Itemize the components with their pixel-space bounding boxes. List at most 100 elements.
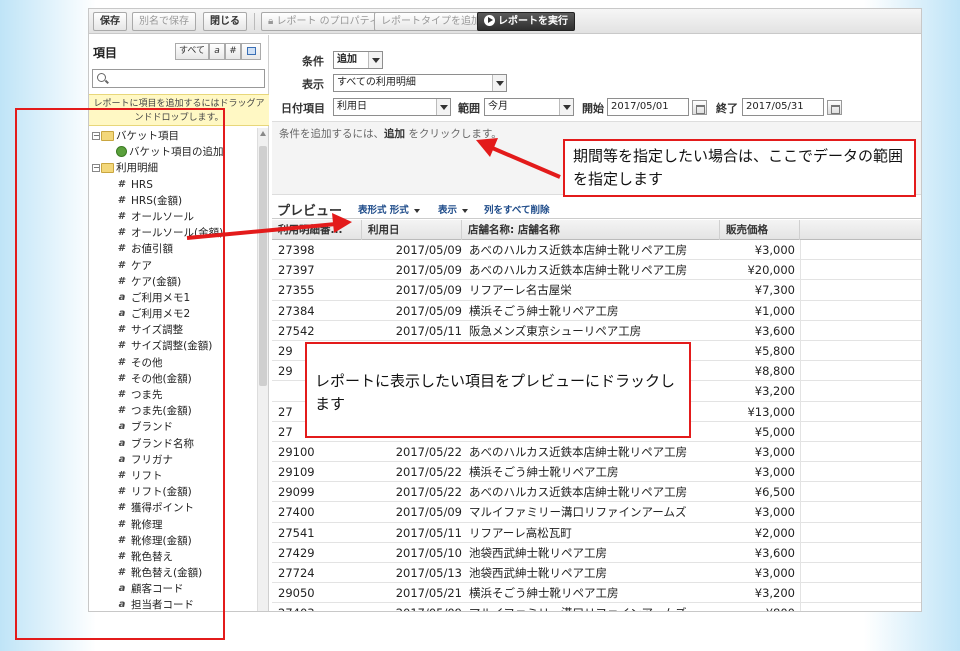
cell-price: ¥800 <box>719 603 795 611</box>
chevron-down-icon <box>436 99 450 115</box>
date-field-label: 日付項目 <box>281 102 325 115</box>
cell-price: ¥3,000 <box>754 465 795 480</box>
close-button[interactable]: 閉じる <box>203 12 247 31</box>
field-list-highlight-frame <box>15 108 225 640</box>
cell-price: ¥3,000 <box>754 444 795 459</box>
save-as-button[interactable]: 別名で保存 <box>132 12 196 31</box>
calendar-icon <box>246 47 256 55</box>
column-divider <box>800 340 801 361</box>
cell-id: 27541 <box>278 525 315 540</box>
column-header-id[interactable]: 利用明細番... <box>272 220 362 240</box>
filter-all-button[interactable]: すべて <box>175 43 209 60</box>
table-row: 27429 2017/05/10 池袋西武紳士靴リペア工房 ¥3,600 <box>272 542 921 563</box>
cell-id: 27403 <box>278 603 368 611</box>
table-row: 27398 2017/05/09 あべのハルカス近鉄本店紳士靴リペア工房 ¥3,000 <box>272 240 921 261</box>
cell-date: 2017/05/09 <box>395 505 462 520</box>
add-report-type-button[interactable]: レポートタイプを追加 <box>374 12 488 31</box>
cell-id: 27400 <box>278 505 315 520</box>
column-divider <box>800 542 801 563</box>
chevron-down-icon <box>462 208 469 213</box>
column-divider <box>800 482 801 503</box>
end-date-input[interactable]: 2017/05/31 <box>742 98 824 116</box>
date-field-select[interactable]: 利用日 <box>333 98 451 116</box>
cell-price: ¥3,600 <box>754 545 795 560</box>
cell-price: ¥3,000 <box>754 243 795 257</box>
cell-date: 2017/05/21 <box>395 586 462 601</box>
table-row: 27542 2017/05/11 阪急メンズ東京シューリペア工房 ¥3,600 <box>272 320 921 341</box>
run-report-button[interactable]: レポートを実行 <box>477 12 575 31</box>
chevron-down-icon <box>492 75 506 91</box>
cell-store: あべのハルカス近鉄本店紳士靴リペア工房 <box>469 485 688 500</box>
column-divider <box>800 320 801 341</box>
format-menu-label: 表形式 形式 <box>358 205 409 216</box>
save-button[interactable]: 保存 <box>93 12 127 31</box>
field-search-box <box>92 69 265 88</box>
table-row: 29100 2017/05/22 あべのハルカス近鉄本店紳士靴リペア工房 ¥3,000 <box>272 441 921 463</box>
column-divider <box>800 603 801 611</box>
conditions-hint-suffix: をクリックします。 <box>405 128 502 140</box>
field-tree-scrollbar[interactable] <box>257 128 268 611</box>
scroll-up-icon[interactable] <box>260 131 266 136</box>
filter-date-button[interactable] <box>241 43 261 60</box>
column-header-date[interactable]: 利用日 <box>362 220 462 240</box>
date-field-value: 利用日 <box>337 101 367 112</box>
cell-date: 2017/05/13 <box>395 566 462 580</box>
show-menu-label: 表示 <box>438 205 458 216</box>
format-menu[interactable]: 表形式 形式 <box>358 202 420 216</box>
table-row: 27724 2017/05/13 池袋西武紳士靴リペア工房 ¥3,000 <box>272 563 921 584</box>
cell-store: マルイファミリー溝口リファインアームズ <box>469 505 687 520</box>
cell-price: ¥13,000 <box>747 404 795 419</box>
cell-date: 2017/05/09 <box>395 283 462 298</box>
column-divider <box>800 441 801 462</box>
cell-id: 29109 <box>278 465 315 480</box>
show-menu[interactable]: 表示 <box>438 202 469 216</box>
properties-button[interactable]: 🔒︎ レポート のプロパティ <box>261 12 387 31</box>
remove-all-columns-link[interactable]: 列をすべて削除 <box>484 202 549 216</box>
table-row: 27384 2017/05/09 横浜そごう紳士靴リペア工房 ¥1,000 <box>272 300 921 321</box>
column-divider <box>800 361 801 382</box>
display-select[interactable]: すべての利用明細 <box>333 74 507 92</box>
cell-store: 阪急メンズ東京シューリペア工房 <box>469 323 642 338</box>
column-divider <box>800 381 801 402</box>
column-divider <box>800 240 801 260</box>
column-divider <box>800 300 801 321</box>
end-calendar-icon[interactable] <box>827 100 842 115</box>
filter-text-button[interactable]: a <box>209 43 225 60</box>
column-header-price[interactable]: 販売価格 <box>720 220 800 240</box>
cell-price: ¥1,000 <box>754 303 795 318</box>
cell-store: 池袋西武紳士靴リペア工房 <box>469 545 607 560</box>
column-divider <box>800 522 801 543</box>
cell-id: 29050 <box>278 586 315 601</box>
condition-add-select[interactable]: 追加 <box>333 51 383 69</box>
cell-store: 横浜そごう紳士靴リペア工房 <box>469 465 619 480</box>
cell-store: リフアーレ名古屋栄 <box>469 283 572 298</box>
filter-number-button[interactable]: # <box>225 43 241 60</box>
table-row: 27355 2017/05/09 リフアーレ名古屋栄 ¥7,300 <box>272 280 921 301</box>
chevron-down-icon <box>413 208 420 213</box>
cell-id: 27398 <box>278 243 315 257</box>
start-calendar-icon[interactable] <box>692 100 707 115</box>
cell-id: 27542 <box>278 323 315 338</box>
scrollbar-thumb[interactable] <box>259 146 267 386</box>
conditions-hint: 条件を追加するには、追加 をクリックします。 <box>279 126 502 141</box>
conditions-hint-add: 追加 <box>384 128 405 140</box>
chevron-down-icon <box>368 52 382 68</box>
cell-price: ¥3,000 <box>754 505 795 520</box>
cell-date: 2017/05/22 <box>395 465 462 480</box>
column-divider <box>800 401 801 422</box>
cell-price: ¥5,000 <box>754 424 795 439</box>
start-date-input[interactable]: 2017/05/01 <box>607 98 689 116</box>
range-value: 今月 <box>488 101 508 112</box>
table-row: 29050 2017/05/21 横浜そごう紳士靴リペア工房 ¥3,200 <box>272 583 921 604</box>
cell-date: 2017/05/09 <box>395 263 462 278</box>
cell-date: 2017/05/09 <box>395 243 462 257</box>
cell-date: 2017/05/11 <box>395 323 462 338</box>
field-search-input[interactable] <box>111 71 261 86</box>
cell-price: ¥3,000 <box>754 566 795 580</box>
column-header-store[interactable]: 店舗名称: 店舗名称 <box>462 220 720 240</box>
range-select[interactable]: 今月 <box>484 98 574 116</box>
search-icon <box>97 73 106 82</box>
condition-add-value: 追加 <box>337 54 357 65</box>
cell-date: 2017/05/09 <box>368 603 462 611</box>
cell-id: 27429 <box>278 545 315 560</box>
